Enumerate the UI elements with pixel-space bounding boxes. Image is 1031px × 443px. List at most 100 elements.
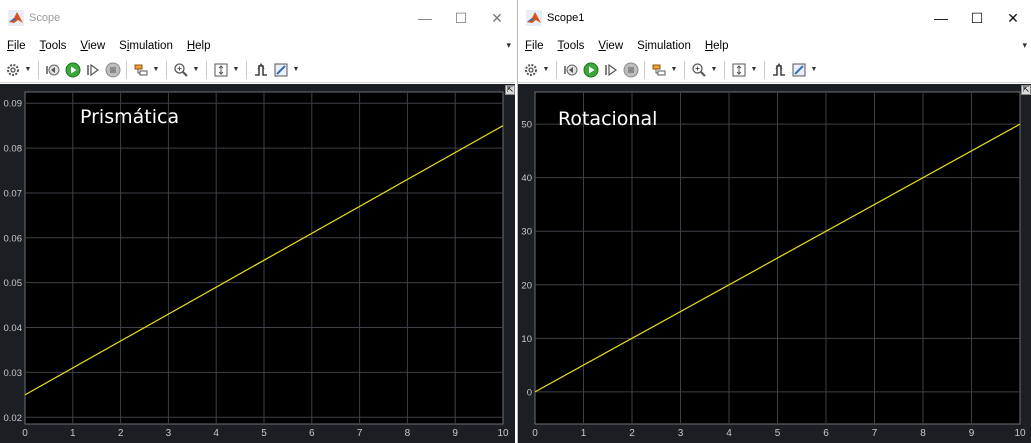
y-tick-label: 10 <box>521 334 532 345</box>
fit-axes-icon[interactable] <box>730 61 748 79</box>
step-back-icon[interactable] <box>562 61 580 79</box>
toolbar: ▼ ▼ ▼ ▼ ▼ <box>0 57 515 83</box>
step-forward-icon[interactable] <box>602 61 620 79</box>
window-title: Scope <box>29 12 61 24</box>
menu-help[interactable]: Help <box>705 40 729 52</box>
toolbar-separator <box>38 60 39 79</box>
triggers-icon[interactable] <box>252 61 270 79</box>
y-tick-label: 0.02 <box>4 413 23 424</box>
highlight-icon[interactable] <box>650 61 668 79</box>
y-tick-label: 0.06 <box>4 233 23 244</box>
cursor-measure-icon[interactable] <box>790 61 808 79</box>
settings-dropdown-icon[interactable]: ▼ <box>542 66 550 73</box>
y-tick-label: 30 <box>521 227 532 238</box>
y-tick-label: 0.03 <box>4 368 23 379</box>
menu-bar: File Tools View Simulation Help <box>0 36 515 56</box>
x-tick-label: 10 <box>1014 428 1026 439</box>
x-tick-label: 8 <box>920 428 926 439</box>
toolbar-separator <box>644 60 645 79</box>
fit-axes-dropdown-icon[interactable]: ▼ <box>232 66 240 73</box>
settings-dropdown-icon[interactable]: ▼ <box>24 66 32 73</box>
scope-plot[interactable]: 0 1 2 3 4 5 6 7 8 9 10 0 10 20 30 40 50 <box>518 84 1031 443</box>
cursor-measure-dropdown-icon[interactable]: ▼ <box>292 66 300 73</box>
plot-label: Rotacional <box>558 108 658 130</box>
y-tick-label: 50 <box>521 120 532 131</box>
toolbar-separator <box>206 60 207 79</box>
menu-simulation[interactable]: Simulation <box>119 40 173 52</box>
menu-file[interactable]: File <box>525 40 544 52</box>
close-button[interactable]: ✕ <box>995 6 1031 30</box>
x-tick-label: 1 <box>581 428 587 439</box>
zoom-dropdown-icon[interactable]: ▼ <box>710 66 718 73</box>
x-tick-label: 2 <box>118 428 124 439</box>
cursor-measure-dropdown-icon[interactable]: ▼ <box>810 66 818 73</box>
step-forward-icon[interactable] <box>84 61 102 79</box>
settings-icon[interactable] <box>522 61 540 79</box>
x-tick-label: 1 <box>70 428 76 439</box>
undock-icon[interactable]: ⇱ <box>1021 85 1031 95</box>
menu-overflow-icon[interactable]: ▾ <box>1022 40 1027 51</box>
y-tick-label: 20 <box>521 280 532 291</box>
toolbar-separator <box>684 60 685 79</box>
minimize-button[interactable]: — <box>923 6 959 30</box>
y-tick-label: 0.05 <box>4 278 23 289</box>
menu-overflow-icon[interactable]: ▾ <box>506 40 511 51</box>
x-tick-label: 5 <box>775 428 781 439</box>
close-button[interactable]: ✕ <box>479 6 515 30</box>
zoom-icon[interactable] <box>172 61 190 79</box>
x-tick-label: 2 <box>629 428 635 439</box>
toolbar-separator <box>166 60 167 79</box>
step-back-icon[interactable] <box>44 61 62 79</box>
run-icon[interactable] <box>64 61 82 79</box>
y-tick-label: 40 <box>521 173 532 184</box>
scope-display[interactable]: 0 1 2 3 4 5 6 7 8 9 10 0 10 20 30 40 50 ⇱ Rotacional <box>518 84 1031 443</box>
triggers-icon[interactable] <box>770 61 788 79</box>
y-tick-label: 0 <box>527 387 532 398</box>
scope-window: Scope — ☐ ✕ File Tools View Simulation H… <box>0 0 515 443</box>
zoom-dropdown-icon[interactable]: ▼ <box>192 66 200 73</box>
x-tick-label: 6 <box>823 428 829 439</box>
run-icon[interactable] <box>582 61 600 79</box>
x-tick-label: 5 <box>261 428 267 439</box>
x-tick-label: 10 <box>497 428 509 439</box>
x-tick-label: 4 <box>726 428 732 439</box>
menu-view[interactable]: View <box>598 40 623 52</box>
x-tick-label: 0 <box>22 428 28 439</box>
minimize-button[interactable]: — <box>407 6 443 30</box>
menu-help[interactable]: Help <box>187 40 211 52</box>
toolbar-separator <box>126 60 127 79</box>
y-tick-label: 0.07 <box>4 188 23 199</box>
zoom-icon[interactable] <box>690 61 708 79</box>
menu-tools[interactable]: Tools <box>40 40 67 52</box>
x-tick-label: 9 <box>452 428 458 439</box>
maximize-button[interactable]: ☐ <box>959 6 995 30</box>
menu-view[interactable]: View <box>80 40 105 52</box>
fit-axes-icon[interactable] <box>212 61 230 79</box>
cursor-measure-icon[interactable] <box>272 61 290 79</box>
settings-icon[interactable] <box>4 61 22 79</box>
menu-simulation[interactable]: Simulation <box>637 40 691 52</box>
highlight-icon[interactable] <box>132 61 150 79</box>
undock-icon[interactable]: ⇱ <box>505 85 515 95</box>
stop-icon[interactable] <box>622 61 640 79</box>
x-tick-label: 7 <box>357 428 363 439</box>
toolbar-separator <box>246 60 247 79</box>
menu-tools[interactable]: Tools <box>558 40 585 52</box>
title-bar[interactable]: Scope1 — ☐ ✕ <box>518 0 1031 36</box>
menu-file[interactable]: File <box>7 40 26 52</box>
scope-plot[interactable]: 0 1 2 3 4 5 6 7 8 9 10 0.02 0.03 0.04 0.05 0.06 0.07 0.08… <box>0 84 515 443</box>
x-tick-label: 9 <box>969 428 975 439</box>
menu-bar: File Tools View Simulation Help <box>518 36 1031 56</box>
highlight-dropdown-icon[interactable]: ▼ <box>152 66 160 73</box>
toolbar-separator <box>724 60 725 79</box>
y-tick-label: 0.09 <box>4 99 23 110</box>
x-tick-label: 0 <box>532 428 538 439</box>
title-bar[interactable]: Scope — ☐ ✕ <box>0 0 515 36</box>
maximize-button[interactable]: ☐ <box>443 6 479 30</box>
scope-display[interactable]: 0 1 2 3 4 5 6 7 8 9 10 0.02 0.03 0.04 0.05 0.06 0.07 0.08… <box>0 84 515 443</box>
fit-axes-dropdown-icon[interactable]: ▼ <box>750 66 758 73</box>
matlab-logo-icon <box>526 10 542 26</box>
stop-icon[interactable] <box>104 61 122 79</box>
toolbar: ▼ ▼ ▼ ▼ ▼ <box>518 57 1031 83</box>
highlight-dropdown-icon[interactable]: ▼ <box>670 66 678 73</box>
